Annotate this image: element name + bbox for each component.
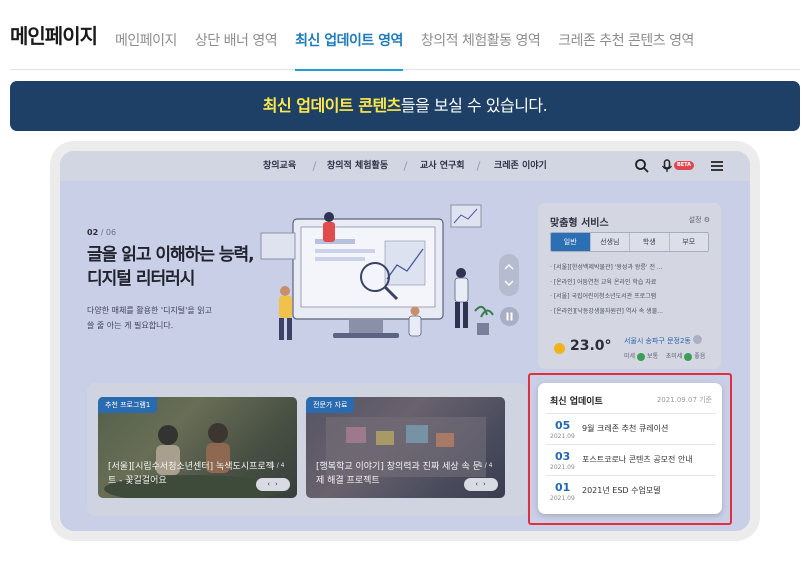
recommend-panel: 추천 프로그램1 [서울][시립수서청소년센터] 녹색도시프로젝트 - 꽃길걸어… [87, 383, 527, 516]
recommend-card[interactable]: 추천 프로그램1 [서울][시립수서청소년센터] 녹색도시프로젝트 - 꽃길걸어… [98, 397, 297, 498]
gnb-item-crezone-story[interactable]: 크레존 이야기 [494, 151, 547, 181]
hero-prev-icon[interactable] [504, 264, 514, 270]
custom-service-title: 맞춤형 서비스 [550, 218, 609, 229]
notice-highlight: 최신 업데이트 콘텐츠 [262, 96, 402, 115]
gnb-separator [403, 161, 408, 171]
card-page-indicator: 1 / 4 [479, 462, 493, 469]
section-tabs-title: 메인페이지 [10, 24, 98, 48]
chevron-left-icon[interactable]: ‹ [475, 480, 483, 488]
hero-desc-line2: 쓸 줄 아는 게 필요합니다. [87, 321, 174, 330]
beta-badge: BETA [674, 161, 694, 170]
smile-icon [637, 352, 646, 361]
site-gnb: 창의교육 창의적 체험활동 교사 연구회 크레존 이야기 BETA [60, 151, 750, 181]
chevron-right-icon[interactable]: › [275, 480, 283, 488]
gnb-separator [476, 161, 481, 171]
weather-location: 서울시 송파구 문정2동 [624, 337, 691, 345]
chevron-right-icon[interactable]: › [483, 480, 491, 488]
fine-dust-label: 미세 [624, 353, 636, 360]
card-title: [서울][시립수서청소년센터] 녹색도시프로젝트 - 꽃길걸어요 [108, 462, 274, 486]
air-quality: 미세 보통 초미세 좋음 [624, 351, 705, 361]
location-icon[interactable] [693, 335, 702, 344]
list-item[interactable]: · [온라인] 어둠연천 교육 온라인 학습 자료 [550, 276, 712, 291]
hero-total-slides: / 06 [100, 228, 117, 237]
list-item[interactable]: · [서울][한성백제박물관] '왕성과 왕릉' 전 ... [550, 261, 712, 276]
mic-icon[interactable] [659, 158, 675, 174]
hero-arrow-controls [499, 254, 519, 296]
setting-label: 설정 [688, 216, 702, 224]
custom-service-list: · [서울][한성백제박물관] '왕성과 왕릉' 전 ... · [온라인] 어… [550, 261, 712, 319]
smile-icon [684, 352, 693, 361]
custom-service-card: 맞춤형 서비스 설정 ⚙ 일반 선생님 학생 부모 · [서울][한성백제박물관… [538, 203, 721, 369]
hero-current-slide: 02 [87, 228, 99, 237]
service-tab-parent[interactable]: 부모 [669, 233, 708, 251]
tab-latest-update[interactable]: 최신 업데이트 영역 [295, 0, 403, 71]
card-nav-buttons[interactable]: ‹› [464, 478, 498, 491]
gear-icon: ⚙ [703, 216, 710, 224]
service-tab-general[interactable]: 일반 [551, 233, 591, 251]
hero-description: 다양한 매체를 활용한 '디지털'을 읽고 쓸 줄 아는 게 필요합니다. [87, 303, 212, 333]
custom-service-setting[interactable]: 설정 ⚙ [689, 215, 710, 225]
gnb-item-creative-activity[interactable]: 창의적 체험활동 [327, 151, 388, 181]
weather-temperature: 23.0° [570, 338, 612, 354]
hero-title: 글을 읽고 이해하는 능력, 디지털 리터러시 [87, 243, 255, 291]
hero-title-line1: 글을 읽고 이해하는 능력, [87, 245, 255, 265]
tab-main-page[interactable]: 메인페이지 [115, 0, 177, 70]
notice-banner: 최신 업데이트 콘텐츠들을 보실 수 있습니다. [10, 81, 800, 131]
weather-widget: 23.0° 서울시 송파구 문정2동 미세 보통 초미세 좋음 [550, 335, 712, 363]
card-badge: 추천 프로그램1 [98, 397, 158, 413]
gnb-item-teacher-group[interactable]: 교사 연구회 [420, 151, 465, 181]
section-tabs-bar: 메인페이지 메인페이지 상단 배너 영역 최신 업데이트 영역 창의적 체험활동… [10, 0, 800, 71]
fine-dust-value: 보통 [647, 353, 659, 360]
card-badge: 전문가 자료 [306, 397, 355, 413]
service-tab-student[interactable]: 학생 [630, 233, 670, 251]
service-tab-teacher[interactable]: 선생님 [590, 233, 630, 251]
ultra-dust-label: 초미세 [665, 353, 683, 360]
notice-text: 들을 보실 수 있습니다. [400, 96, 548, 115]
search-icon[interactable] [634, 158, 650, 174]
chevron-left-icon[interactable]: ‹ [267, 480, 275, 488]
custom-service-tabs: 일반 선생님 학생 부모 [550, 232, 709, 252]
latest-update-highlight-box [528, 373, 732, 525]
tab-creative-activity[interactable]: 창의적 체험활동 영역 [421, 0, 541, 70]
hero-illustration [260, 204, 494, 340]
ultra-dust-value: 좋음 [694, 353, 706, 360]
pause-icon [506, 312, 513, 321]
gnb-separator [312, 161, 317, 171]
site-preview: 창의교육 창의적 체험활동 교사 연구회 크레존 이야기 BETA 02 / 0… [60, 151, 750, 531]
hero-pause-button[interactable] [500, 307, 519, 326]
gnb-item-creative-education[interactable]: 창의교육 [263, 151, 296, 181]
card-page-indicator: 1 / 4 [271, 462, 285, 469]
card-nav-buttons[interactable]: ‹› [256, 478, 290, 491]
recommend-card[interactable]: 전문가 자료 [행복학교 이야기] 창의력과 진짜 세상 속 문제 해결 프로젝… [306, 397, 505, 498]
menu-icon[interactable] [709, 158, 725, 174]
list-item[interactable]: · [서울] 국립어린이청소년도서관 프로그램 [550, 290, 712, 305]
list-item[interactable]: · [온라인][낙동강생물자원관] 역사 속 생물... [550, 305, 712, 320]
hero-desc-line1: 다양한 매체를 활용한 '디지털'을 읽고 [87, 306, 212, 315]
hero-next-icon[interactable] [504, 280, 514, 286]
tab-top-banner[interactable]: 상단 배너 영역 [195, 0, 278, 70]
card-title: [행복학교 이야기] 창의력과 진짜 세상 속 문제 해결 프로젝트 [316, 462, 481, 486]
hero-title-line2: 디지털 리터러시 [87, 269, 195, 289]
hero-slide-counter: 02 / 06 [87, 228, 116, 237]
tab-recommended-content[interactable]: 크레존 추천 콘텐츠 영역 [558, 0, 694, 70]
sun-icon [554, 343, 565, 354]
